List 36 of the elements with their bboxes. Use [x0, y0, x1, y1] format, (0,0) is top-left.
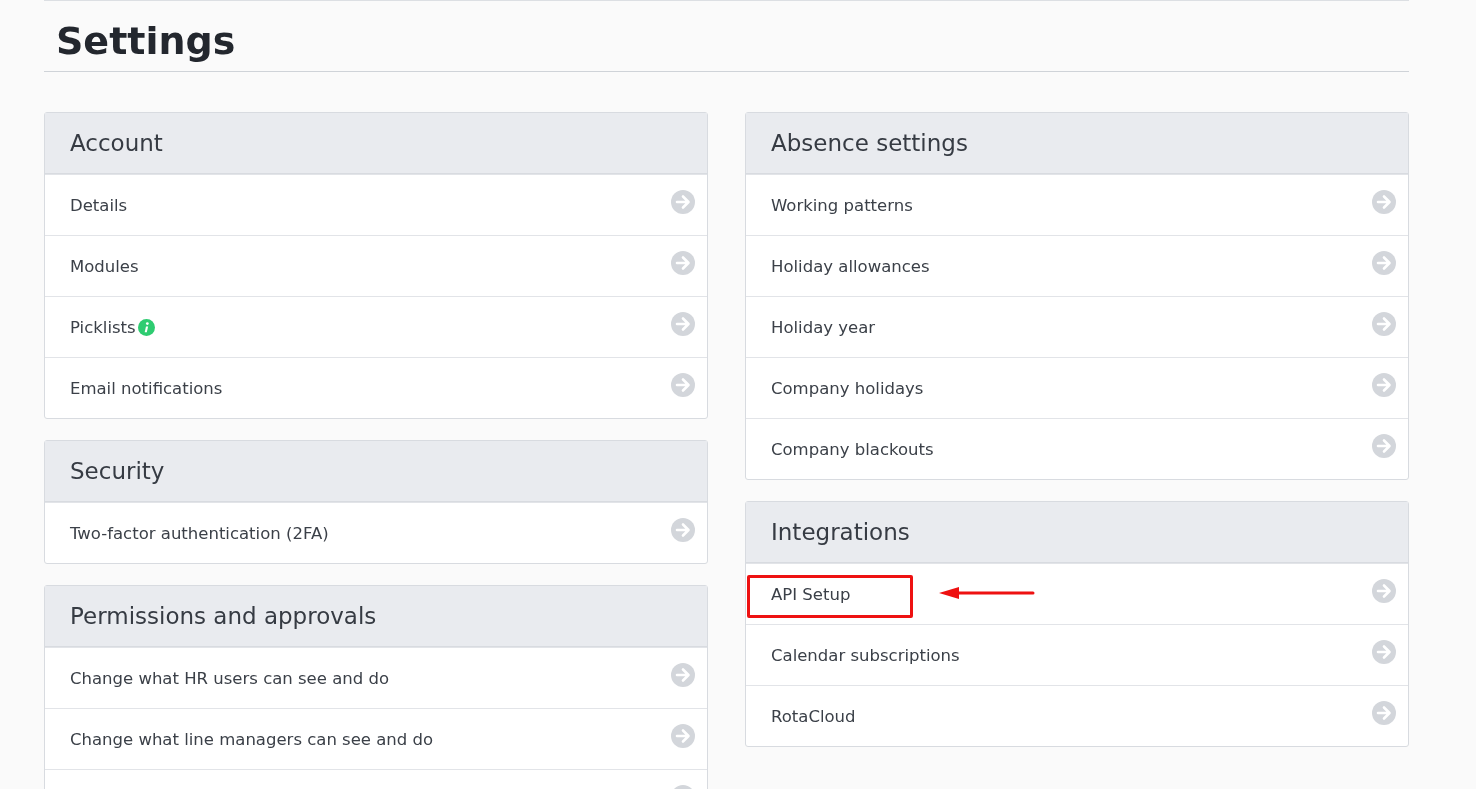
arrow-right-icon	[1372, 251, 1396, 275]
arrow-right-icon	[1372, 701, 1396, 725]
panel-title: Permissions and approvals	[70, 603, 377, 629]
arrow-right-icon	[671, 724, 695, 748]
settings-link[interactable]: Holiday year	[746, 296, 1408, 357]
panel-title: Security	[70, 458, 165, 484]
arrow-right-icon	[1372, 190, 1396, 214]
arrow-right-icon	[1372, 312, 1396, 336]
arrow-right-icon	[1372, 373, 1396, 397]
settings-link[interactable]: API Setup	[746, 563, 1408, 624]
settings-link[interactable]: Change what HR users can see and do	[45, 647, 707, 708]
page-title: Settings	[44, 1, 1409, 72]
settings-link[interactable]: Email notifications	[45, 357, 707, 418]
arrow-right-icon	[1372, 579, 1396, 603]
arrow-right-icon	[1372, 640, 1396, 664]
settings-link[interactable]: Modules	[45, 235, 707, 296]
settings-link[interactable]: Picklists	[45, 296, 707, 357]
arrow-right-icon	[671, 190, 695, 214]
settings-link[interactable]: Company holidays	[746, 357, 1408, 418]
panel-title: Integrations	[771, 519, 910, 545]
arrow-right-icon	[1372, 434, 1396, 458]
settings-link[interactable]: Calendar subscriptions	[746, 624, 1408, 685]
settings-link[interactable]: RotaCloud	[746, 685, 1408, 746]
settings-link[interactable]: Details	[45, 174, 707, 235]
settings-link[interactable]: Change what line managers can see and do	[45, 708, 707, 769]
panel-title: Account	[70, 130, 163, 156]
arrow-right-icon	[671, 518, 695, 542]
settings-link[interactable]: Company blackouts	[746, 418, 1408, 479]
panel-title: Absence settings	[771, 130, 968, 156]
arrow-right-icon	[671, 663, 695, 687]
settings-link[interactable]: Two-factor authentication (2FA)	[45, 502, 707, 563]
settings-link[interactable]: Holiday allowances	[746, 235, 1408, 296]
settings-link[interactable]: Working patterns	[746, 174, 1408, 235]
arrow-right-icon	[671, 312, 695, 336]
arrow-right-icon	[671, 373, 695, 397]
arrow-right-icon	[671, 251, 695, 275]
